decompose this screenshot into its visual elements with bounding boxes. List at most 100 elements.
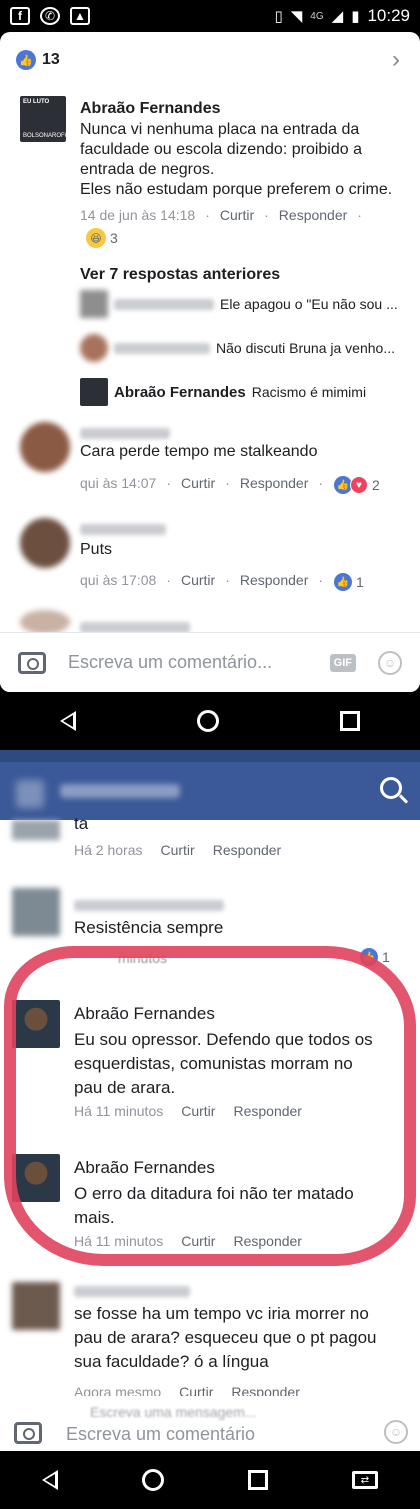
- comment-time: Há 11 minutos: [74, 1103, 164, 1119]
- recent-apps-icon[interactable]: [248, 1470, 268, 1490]
- comment-line: esquerdistas, comunistas morram no: [74, 1054, 353, 1073]
- like-link[interactable]: Curtir: [181, 475, 215, 491]
- comment-meta: minutos: [118, 950, 167, 966]
- screen-switch-icon[interactable]: ⇄: [352, 1471, 378, 1489]
- avatar: [20, 610, 70, 634]
- comment-line: faculdade ou escola dizendo: proibido a: [80, 141, 362, 158]
- blurred-title: [60, 784, 180, 798]
- whatsapp-icon: ✆: [40, 7, 60, 25]
- comment-text: O erro da ditadura foi não ter matado ma…: [74, 1182, 354, 1230]
- like-link[interactable]: Curtir: [181, 572, 215, 588]
- gif-button[interactable]: GIF: [329, 653, 356, 672]
- comment-reactions[interactable]: 👍 1: [360, 948, 390, 966]
- comment-line: pau de arara? esqueceu que o pt pagou: [74, 1328, 377, 1347]
- android-nav-bar: ⇄: [0, 1451, 420, 1509]
- like-link[interactable]: Curtir: [181, 1233, 215, 1249]
- like-link[interactable]: Curtir: [181, 1103, 215, 1119]
- comment-input[interactable]: Escreva um comentário...: [68, 652, 308, 673]
- view-previous-replies-link[interactable]: Ver 7 respostas anteriores: [80, 266, 280, 284]
- like-icon: 👍: [360, 948, 378, 966]
- comment-composer: Escreva um comentário... GIF ☺: [0, 632, 420, 692]
- comment-author[interactable]: Abraão Fernandes: [80, 100, 220, 118]
- reaction-count: 2: [372, 477, 380, 493]
- comment-input[interactable]: Escreva um comentário: [66, 1424, 255, 1445]
- comment-reactions[interactable]: 👍 ♥ 2: [334, 476, 380, 494]
- emoji-icon[interactable]: ☺: [384, 1420, 408, 1444]
- message-hint: Escreva uma mensagem...: [90, 1404, 257, 1420]
- avatar[interactable]: [12, 1282, 60, 1330]
- back-icon[interactable]: [42, 1470, 58, 1490]
- avatar[interactable]: [12, 888, 60, 936]
- avatar[interactable]: [20, 518, 70, 568]
- reply-link[interactable]: Responder: [233, 1233, 302, 1249]
- back-icon[interactable]: [60, 711, 77, 731]
- comment-author[interactable]: Abraão Fernandes: [74, 1158, 215, 1178]
- reply-text: Não discuti Bruna ja venho...: [216, 340, 395, 356]
- second-screenshot: ta Há 2 horas Curtir Responder Resistênc…: [0, 750, 420, 1451]
- comment-time: Há 2 horas: [74, 842, 143, 858]
- facebook-icon: f: [10, 7, 30, 25]
- avatar[interactable]: [12, 1000, 60, 1048]
- camera-icon[interactable]: [18, 651, 46, 674]
- battery-icon: ▮: [351, 8, 360, 25]
- signal-icon: ◢: [331, 8, 344, 25]
- avatar[interactable]: EU LUTO BOLSONAROFOBIA: [20, 96, 79, 142]
- comment-line: sua faculdade? ó a língua: [74, 1352, 269, 1371]
- comment-date: 14 de jun às 14:18: [80, 207, 196, 223]
- avatar: [12, 820, 60, 840]
- reply-item[interactable]: Abraão Fernandes Racismo é mimimi: [80, 378, 366, 406]
- comment-text: Nunca vi nenhuma placa na entrada da fac…: [80, 120, 392, 200]
- comment-composer: Escreva uma mensagem... Escreva um comen…: [0, 1396, 420, 1451]
- home-icon[interactable]: [196, 710, 219, 732]
- like-link[interactable]: Curtir: [160, 842, 194, 858]
- comment-reactions[interactable]: 👍 1: [334, 573, 364, 591]
- like-link[interactable]: Curtir: [220, 207, 254, 223]
- reply-link[interactable]: Responder: [213, 842, 282, 858]
- blurred-name: [114, 342, 210, 354]
- home-icon[interactable]: [142, 1469, 164, 1491]
- comment-author[interactable]: Abraão Fernandes: [74, 1004, 215, 1024]
- facebook-header: [0, 762, 420, 820]
- comment-time: qui às 17:08: [80, 572, 157, 588]
- emoji-icon[interactable]: ☺: [378, 650, 402, 675]
- comment-reactions[interactable]: 😆 3: [86, 228, 118, 248]
- clock: 10:29: [367, 6, 410, 25]
- comment-line: se fosse ha um tempo vc iria morrer no: [74, 1304, 369, 1323]
- android-nav-bar: [0, 692, 420, 750]
- avatar: [80, 334, 108, 362]
- reply-text: Ele apagou o "Eu não sou ...: [220, 296, 398, 312]
- haha-icon: 😆: [86, 228, 106, 248]
- comment-line: Eu sou opressor. Defendo que todos os: [74, 1030, 373, 1049]
- recent-apps-icon[interactable]: [339, 711, 360, 731]
- heart-icon: ♥: [350, 476, 368, 494]
- reaction-count: 1: [356, 574, 364, 590]
- comment-meta: Há 11 minutos Curtir Responder: [74, 1233, 302, 1249]
- comment-line: O erro da ditadura foi não ter matado: [74, 1184, 354, 1203]
- search-icon[interactable]: [380, 777, 402, 799]
- reply-item[interactable]: Não discuti Bruna ja venho...: [80, 334, 395, 362]
- reply-link[interactable]: Responder: [279, 207, 348, 223]
- back-icon[interactable]: [16, 780, 44, 808]
- comment-line: mais.: [74, 1208, 115, 1227]
- comment-text: ta: [74, 814, 89, 833]
- avatar[interactable]: [20, 422, 70, 472]
- image-icon: ▲: [70, 7, 90, 25]
- like-count: 13: [42, 51, 60, 68]
- reply-link[interactable]: Responder: [240, 572, 309, 588]
- blurred-name: [74, 1286, 190, 1297]
- wifi-icon: ◥: [290, 8, 303, 25]
- reply-item[interactable]: Ele apagou o "Eu não sou ...: [80, 290, 398, 318]
- status-bar: f ✆ ▲ ▯ ◥ 4G ◢ ▮ 10:29: [0, 0, 420, 32]
- like-icon: 👍: [16, 50, 36, 70]
- network-type: 4G: [310, 10, 324, 22]
- avatar[interactable]: [12, 1154, 60, 1202]
- camera-icon[interactable]: [14, 1422, 42, 1444]
- comment-time: Há 11 minutos: [74, 1233, 164, 1249]
- reply-link[interactable]: Responder: [240, 475, 309, 491]
- like-icon: 👍: [334, 573, 352, 591]
- reply-link[interactable]: Responder: [233, 1103, 302, 1119]
- post-likes[interactable]: 👍 13: [16, 50, 60, 70]
- chevron-right-icon[interactable]: ›: [392, 46, 400, 74]
- reaction-count: 3: [110, 230, 118, 246]
- comment-text: Resistência sempre: [74, 918, 224, 937]
